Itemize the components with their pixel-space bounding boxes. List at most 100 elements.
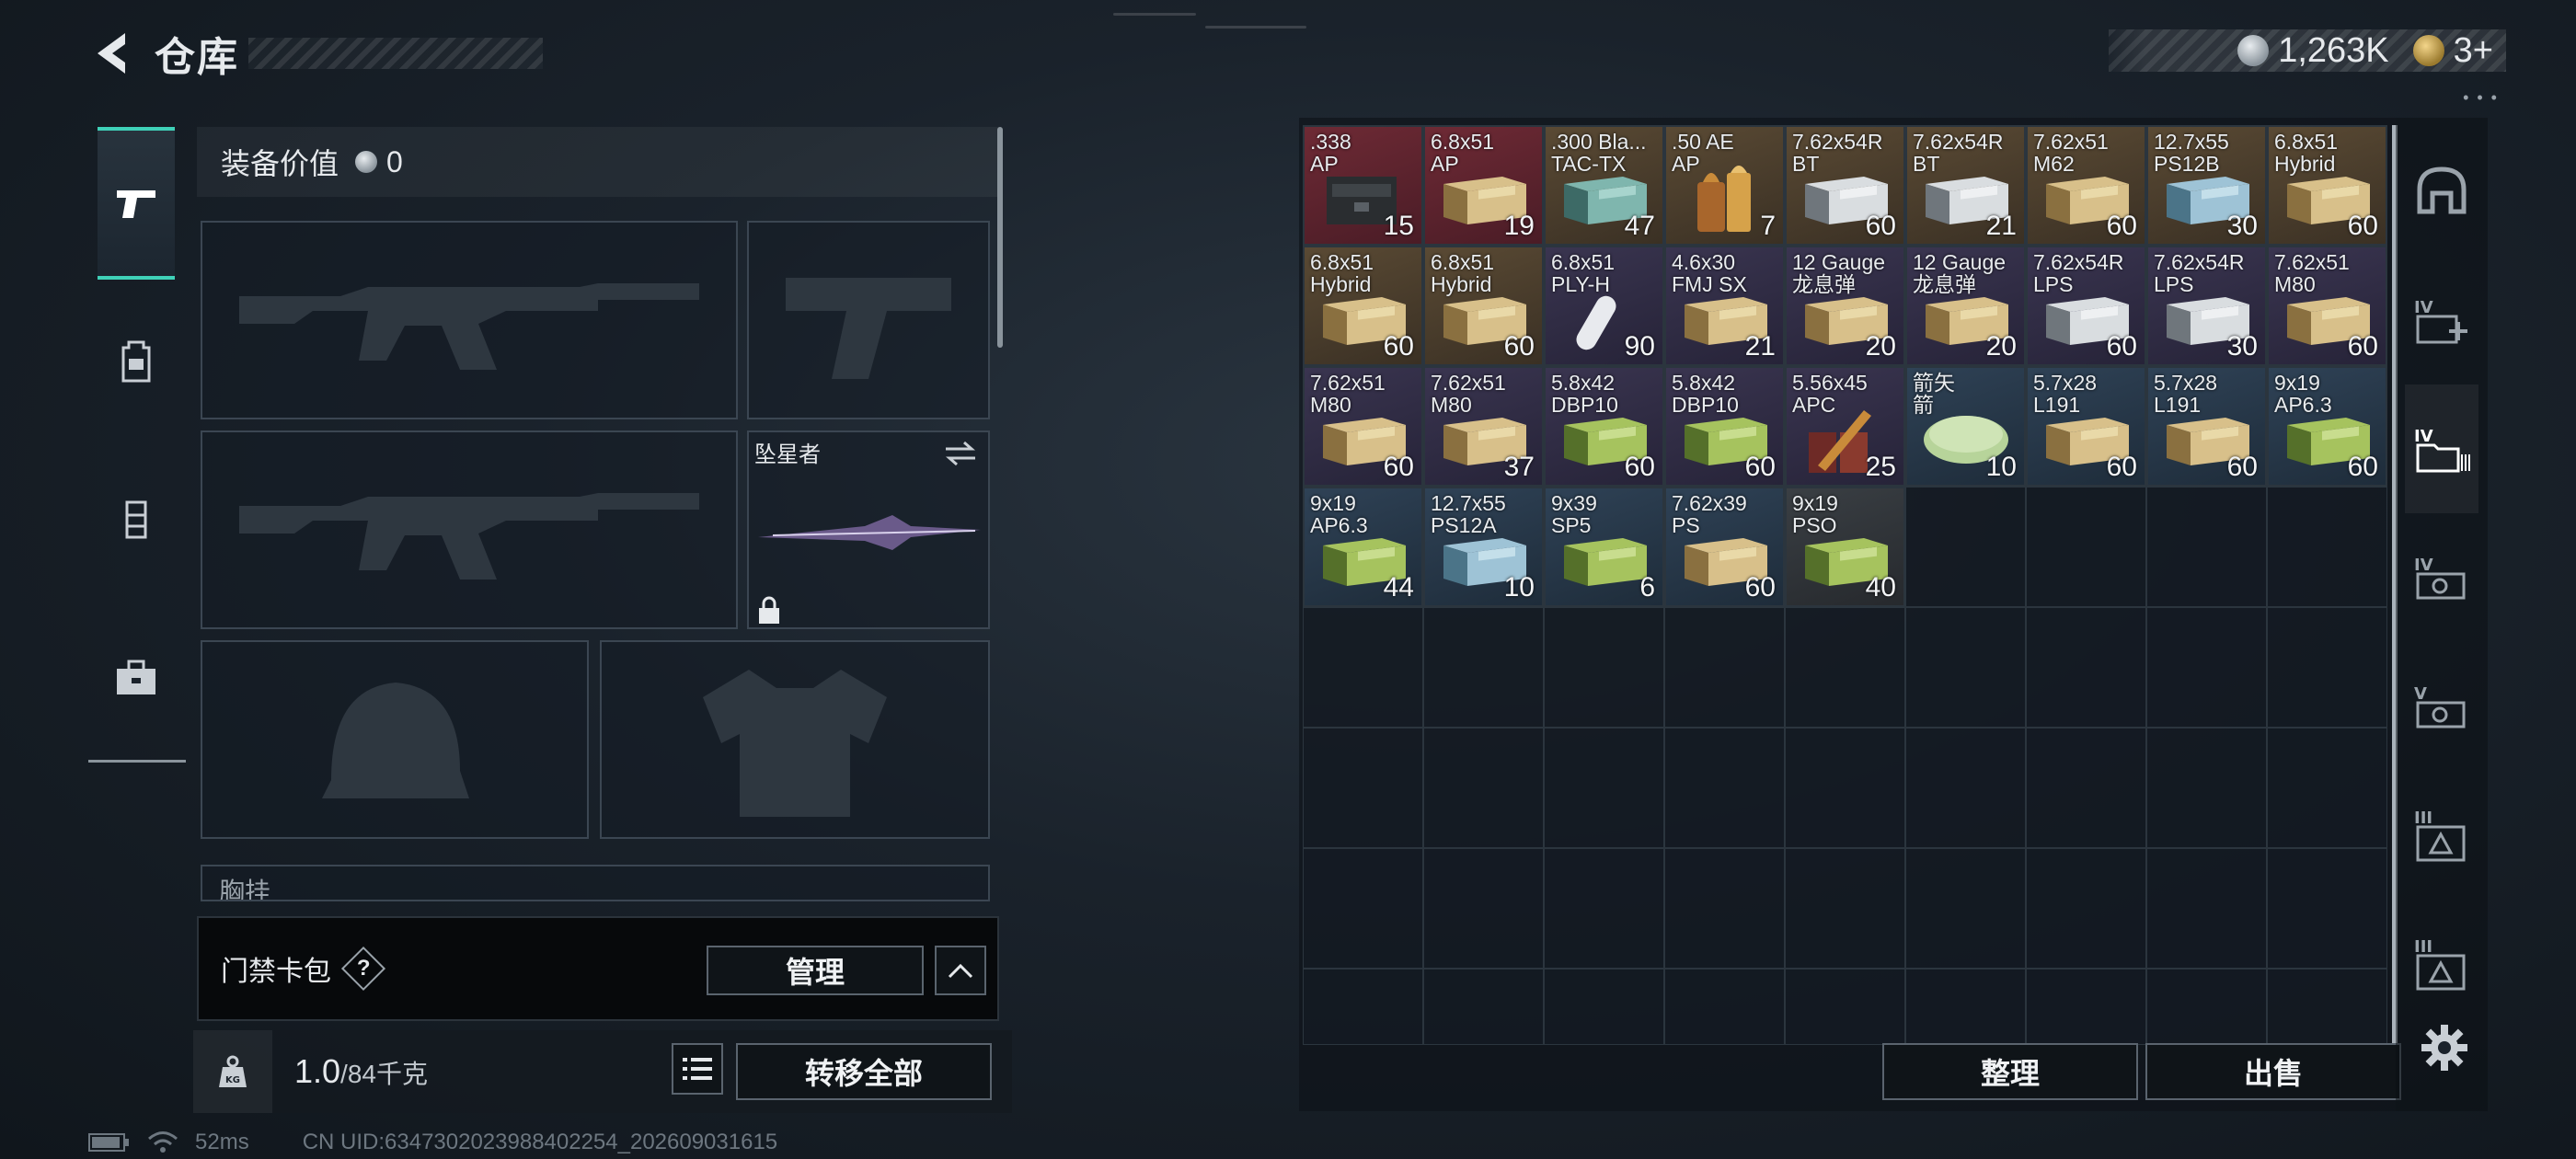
storage-item[interactable]: 7.62x51 M80 37 xyxy=(1424,367,1543,486)
empty-cell[interactable] xyxy=(2026,487,2146,607)
empty-cell[interactable] xyxy=(1544,969,1664,1045)
category-tab-container-iii[interactable]: III xyxy=(2405,771,2478,900)
equipment-scrollbar[interactable] xyxy=(997,127,1003,348)
storage-item[interactable]: .300 Bla... TAC-TX 47 xyxy=(1545,126,1663,245)
storage-item[interactable]: 12 Gauge 龙息弹 20 xyxy=(1906,247,2025,365)
empty-cell[interactable] xyxy=(1303,969,1423,1045)
storage-item[interactable]: 6.8x51 Hybrid 60 xyxy=(2268,126,2386,245)
category-tab-container-iii-b[interactable]: III xyxy=(2405,900,2478,1028)
category-tab-medical[interactable]: IV xyxy=(2405,256,2478,384)
storage-item[interactable]: 箭矢 箭 10 xyxy=(1906,367,2025,486)
storage-item[interactable]: 12 Gauge 龙息弹 20 xyxy=(1786,247,1904,365)
empty-cell[interactable] xyxy=(1905,848,2026,969)
storage-item[interactable]: 6.8x51 Hybrid 60 xyxy=(1304,247,1422,365)
storage-item[interactable]: 7.62x54R BT 21 xyxy=(1906,126,2025,245)
settings-button[interactable] xyxy=(2420,1023,2469,1077)
storage-item[interactable]: 7.62x51 M62 60 xyxy=(2027,126,2145,245)
empty-cell[interactable] xyxy=(1664,728,1785,848)
storage-item[interactable]: 9x39 SP5 6 xyxy=(1545,488,1663,606)
storage-item[interactable]: 7.62x54R LPS 30 xyxy=(2147,247,2266,365)
empty-cell[interactable] xyxy=(1303,728,1423,848)
back-button[interactable] xyxy=(88,28,132,79)
empty-cell[interactable] xyxy=(1664,607,1785,728)
empty-cell[interactable] xyxy=(2026,969,2146,1045)
empty-cell[interactable] xyxy=(1905,969,2026,1045)
empty-cell[interactable] xyxy=(2267,728,2387,848)
tab-pouch[interactable] xyxy=(98,602,175,754)
storage-item[interactable]: 9x19 PSO 40 xyxy=(1786,488,1904,606)
empty-cell[interactable] xyxy=(2267,848,2387,969)
tab-weapons[interactable] xyxy=(98,127,175,280)
empty-cell[interactable] xyxy=(1905,607,2026,728)
storage-item[interactable]: 5.56x45 APC 25 xyxy=(1786,367,1904,486)
armor-slot[interactable] xyxy=(600,640,990,839)
melee-slot[interactable]: 坠星者 xyxy=(747,430,990,629)
empty-cell[interactable] xyxy=(1664,848,1785,969)
storage-item[interactable]: 6.8x51 PLY-H 90 xyxy=(1545,247,1663,365)
manage-button[interactable]: 管理 xyxy=(707,946,924,995)
category-tab-helmet[interactable] xyxy=(2405,127,2478,256)
category-tab-armor-v[interactable]: V xyxy=(2405,642,2478,771)
empty-cell[interactable] xyxy=(1785,728,1905,848)
empty-cell[interactable] xyxy=(1423,848,1544,969)
storage-item[interactable]: 9x19 AP6.3 44 xyxy=(1304,488,1422,606)
storage-item[interactable]: 12.7x55 PS12B 30 xyxy=(2147,126,2266,245)
storage-item[interactable]: 7.62x54R BT 60 xyxy=(1786,126,1904,245)
sell-button[interactable]: 出售 xyxy=(2145,1043,2401,1100)
help-icon[interactable]: ? xyxy=(340,946,386,992)
storage-item[interactable]: 9x19 AP6.3 60 xyxy=(2268,367,2386,486)
empty-cell[interactable] xyxy=(2267,487,2387,607)
swap-arrows-icon[interactable] xyxy=(942,440,979,467)
list-view-button[interactable] xyxy=(672,1043,723,1095)
category-tab-armor-iv[interactable]: IV xyxy=(2405,513,2478,642)
empty-cell[interactable] xyxy=(1423,607,1544,728)
empty-cell[interactable] xyxy=(2026,728,2146,848)
storage-item[interactable]: 7.62x54R LPS 60 xyxy=(2027,247,2145,365)
category-tab-ammo[interactable]: IV xyxy=(2405,384,2478,513)
empty-cell[interactable] xyxy=(1905,487,2026,607)
empty-cell[interactable] xyxy=(2026,607,2146,728)
empty-cell[interactable] xyxy=(2146,487,2267,607)
storage-item[interactable]: 7.62x51 M80 60 xyxy=(1304,367,1422,486)
tab-backpack[interactable] xyxy=(98,285,175,438)
empty-cell[interactable] xyxy=(1785,607,1905,728)
storage-item[interactable]: 7.62x39 PS 60 xyxy=(1665,488,1784,606)
primary-weapon-slot[interactable] xyxy=(201,221,738,419)
storage-item[interactable]: 5.8x42 DBP10 60 xyxy=(1665,367,1784,486)
empty-cell[interactable] xyxy=(2026,848,2146,969)
empty-cell[interactable] xyxy=(1785,969,1905,1045)
empty-cell[interactable] xyxy=(2146,728,2267,848)
storage-item[interactable]: 6.8x51 AP 19 xyxy=(1424,126,1543,245)
empty-cell[interactable] xyxy=(2146,969,2267,1045)
tab-chest-rig[interactable] xyxy=(98,443,175,596)
empty-cell[interactable] xyxy=(1785,848,1905,969)
empty-cell[interactable] xyxy=(1423,969,1544,1045)
empty-cell[interactable] xyxy=(1303,607,1423,728)
sidearm-slot[interactable] xyxy=(747,221,990,419)
storage-item[interactable]: .50 AE AP 7 xyxy=(1665,126,1784,245)
transfer-all-button[interactable]: 转移全部 xyxy=(736,1043,992,1100)
empty-cell[interactable] xyxy=(1423,728,1544,848)
expand-button[interactable] xyxy=(935,946,986,995)
empty-cell[interactable] xyxy=(1544,607,1664,728)
helmet-slot[interactable] xyxy=(201,640,589,839)
storage-item[interactable]: 5.7x28 L191 60 xyxy=(2147,367,2266,486)
empty-cell[interactable] xyxy=(2146,848,2267,969)
empty-cell[interactable] xyxy=(2267,607,2387,728)
storage-item[interactable]: 5.7x28 L191 60 xyxy=(2027,367,2145,486)
secondary-weapon-slot[interactable] xyxy=(201,430,738,629)
empty-cell[interactable] xyxy=(2267,969,2387,1045)
storage-item[interactable]: .338 AP 15 xyxy=(1304,126,1422,245)
menu-dots-icon[interactable]: • • • xyxy=(2463,88,2499,108)
empty-cell[interactable] xyxy=(2146,607,2267,728)
empty-cell[interactable] xyxy=(1544,848,1664,969)
chest-rig-slot[interactable]: 胸挂 xyxy=(201,865,990,901)
empty-cell[interactable] xyxy=(1905,728,2026,848)
storage-item[interactable]: 6.8x51 Hybrid 60 xyxy=(1424,247,1543,365)
sort-button[interactable]: 整理 xyxy=(1882,1043,2138,1100)
storage-item[interactable]: 5.8x42 DBP10 60 xyxy=(1545,367,1663,486)
storage-item[interactable]: 12.7x55 PS12A 10 xyxy=(1424,488,1543,606)
storage-item[interactable]: 7.62x51 M80 60 xyxy=(2268,247,2386,365)
empty-cell[interactable] xyxy=(1303,848,1423,969)
storage-item[interactable]: 4.6x30 FMJ SX 21 xyxy=(1665,247,1784,365)
